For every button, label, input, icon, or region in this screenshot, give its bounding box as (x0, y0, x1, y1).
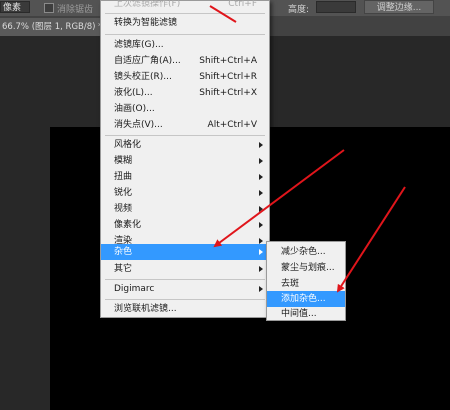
submenu-arrow-icon (259, 142, 263, 148)
submenu-item-dust-and-scratches[interactable]: 蒙尘与划痕... (267, 260, 345, 276)
menu-item-label: 油画(O)... (114, 104, 155, 114)
menu-separator (105, 299, 265, 300)
menu-item-blur[interactable]: 模糊 (101, 153, 269, 169)
menu-separator (105, 13, 265, 14)
menu-separator (105, 34, 265, 35)
submenu-arrow-icon (259, 174, 263, 180)
menu-separator (105, 135, 265, 136)
menu-item-convert-smart-filter[interactable]: 转换为智能滤镜 (101, 15, 269, 31)
menu-item-pixelate[interactable]: 像素化 (101, 217, 269, 233)
menu-item-sharpen[interactable]: 锐化 (101, 185, 269, 201)
noise-submenu: 减少杂色... 蒙尘与划痕... 去斑 添加杂色... 中间值... (266, 241, 346, 321)
submenu-item-median[interactable]: 中间值... (267, 306, 345, 322)
menu-item-shortcut: Alt+Ctrl+V (207, 120, 257, 130)
filter-menu: 上次滤镜操作(F) Ctrl+F 转换为智能滤镜 滤镜库(G)... 自适应广角… (100, 0, 270, 318)
submenu-item-add-noise[interactable]: 添加杂色... (267, 291, 345, 307)
submenu-item-despeckle[interactable]: 去斑 (267, 276, 345, 292)
submenu-arrow-icon (259, 158, 263, 164)
menu-item-shortcut: Shift+Ctrl+X (199, 88, 257, 98)
feather-unit-field[interactable]: 像素 (0, 1, 30, 13)
menu-item-noise[interactable]: 杂色 (101, 244, 269, 260)
refine-edge-button[interactable]: 调整边缘... (364, 0, 434, 14)
submenu-arrow-icon (259, 190, 263, 196)
menu-item-label: 液化(L)... (114, 88, 153, 98)
menu-item-label: 浏览联机滤镜... (114, 304, 177, 314)
document-tab[interactable]: 66.7% (图层 1, RGB/8) * (0, 18, 100, 36)
menu-item-label: 镜头校正(R)... (114, 72, 172, 82)
height-label: 高度: (288, 5, 310, 15)
menu-item-last-filter[interactable]: 上次滤镜操作(F) Ctrl+F (101, 0, 269, 12)
menu-item-label: 扭曲 (114, 172, 133, 182)
menu-item-shortcut: Shift+Ctrl+A (199, 56, 257, 66)
menu-item-browse-online-filters[interactable]: 浏览联机滤镜... (101, 301, 269, 317)
menu-item-filter-gallery[interactable]: 滤镜库(G)... (101, 37, 269, 53)
menu-item-label: 杂色 (114, 247, 133, 257)
menu-item-label: Digimarc (114, 284, 155, 294)
menu-item-label: 自适应广角(A)... (114, 56, 181, 66)
height-input[interactable] (316, 1, 356, 13)
antialias-checkbox[interactable] (44, 3, 54, 13)
menu-item-oil-paint[interactable]: 油画(O)... (101, 101, 269, 117)
menu-item-liquify[interactable]: 液化(L)... Shift+Ctrl+X (101, 85, 269, 101)
submenu-arrow-icon (259, 222, 263, 228)
menu-item-distort[interactable]: 扭曲 (101, 169, 269, 185)
menu-item-label: 上次滤镜操作(F) (114, 0, 181, 9)
menu-item-label: 消失点(V)... (114, 120, 163, 130)
antialias-label: 消除锯齿 (57, 5, 94, 15)
menu-item-digimarc[interactable]: Digimarc (101, 281, 269, 297)
menu-item-stylize[interactable]: 风格化 (101, 137, 269, 153)
submenu-arrow-icon (259, 286, 263, 292)
menu-item-label: 转换为智能滤镜 (114, 18, 178, 28)
menu-item-label: 滤镜库(G)... (114, 40, 164, 50)
menu-item-lens-correction[interactable]: 镜头校正(R)... Shift+Ctrl+R (101, 69, 269, 85)
menu-item-shortcut: Shift+Ctrl+R (199, 72, 257, 82)
menu-item-label: 模糊 (114, 156, 133, 166)
menu-item-shortcut: Ctrl+F (228, 0, 257, 9)
submenu-arrow-icon (259, 266, 263, 272)
menu-item-label: 其它 (114, 264, 133, 274)
menu-item-other[interactable]: 其它 (101, 261, 269, 277)
menu-item-vanishing-point[interactable]: 消失点(V)... Alt+Ctrl+V (101, 117, 269, 133)
menu-item-label: 像素化 (114, 220, 142, 230)
menu-separator (105, 279, 265, 280)
submenu-item-reduce-noise[interactable]: 减少杂色... (267, 244, 345, 260)
menu-item-adaptive-wide-angle[interactable]: 自适应广角(A)... Shift+Ctrl+A (101, 53, 269, 69)
menu-item-label: 锐化 (114, 188, 133, 198)
menu-item-label: 视频 (114, 204, 133, 214)
menu-item-label: 风格化 (114, 140, 142, 150)
submenu-arrow-icon (259, 249, 263, 255)
menu-item-video[interactable]: 视频 (101, 201, 269, 217)
submenu-arrow-icon (259, 206, 263, 212)
